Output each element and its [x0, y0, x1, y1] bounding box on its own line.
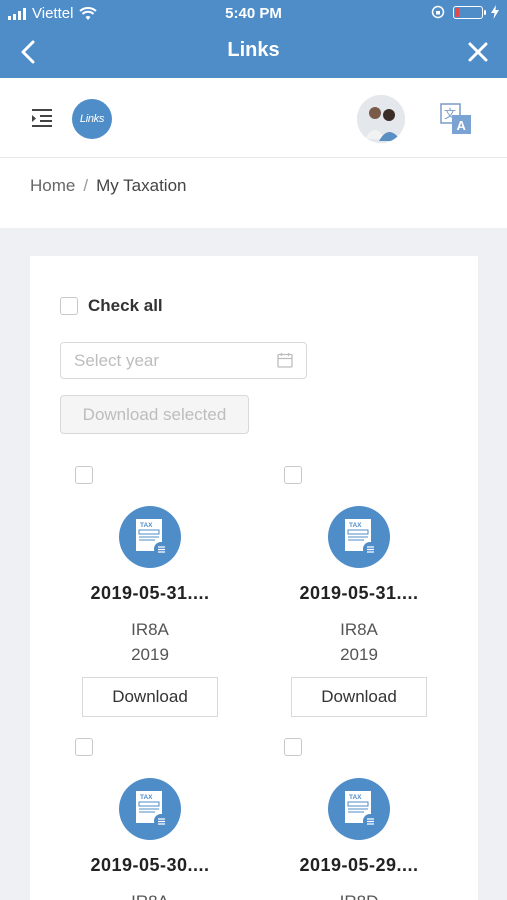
tax-document-icon: TAX: [119, 506, 181, 568]
avatar[interactable]: [357, 95, 405, 143]
document-type: IR8A: [340, 620, 378, 639]
document-type: IR8D: [269, 892, 449, 900]
check-all-checkbox[interactable]: [60, 297, 78, 315]
nav-title: Links: [227, 39, 280, 61]
download-button[interactable]: Download: [82, 677, 218, 717]
nav-bar: Links: [0, 26, 507, 78]
breadcrumb-current: My Taxation: [96, 176, 187, 195]
breadcrumb-home[interactable]: Home: [30, 176, 75, 195]
svg-text:A: A: [457, 118, 467, 133]
close-icon[interactable]: [465, 38, 491, 66]
charging-icon: [491, 5, 499, 19]
taxation-card: Check all Select year Download selected …: [30, 256, 478, 900]
document-date: 2019-05-31....: [299, 583, 419, 603]
orientation-lock-icon: [431, 5, 445, 19]
document-year: 2019: [340, 645, 378, 664]
breadcrumb: Home / My Taxation: [0, 158, 507, 228]
document-type: IR8A: [131, 620, 169, 639]
menu-toggle-icon[interactable]: [30, 108, 54, 128]
download-button[interactable]: Download: [291, 677, 427, 717]
document-checkbox[interactable]: [75, 466, 93, 484]
document-type: IR8A: [60, 892, 240, 900]
year-select-placeholder: Select year: [74, 351, 160, 370]
svg-text:TAX: TAX: [140, 522, 153, 529]
translate-icon[interactable]: 文 A: [440, 103, 472, 135]
document-checkbox[interactable]: [284, 466, 302, 484]
document-date: 2019-05-31....: [90, 583, 210, 603]
tax-document-icon: TAX: [328, 778, 390, 840]
svg-text:TAX: TAX: [349, 522, 362, 529]
calendar-icon: [277, 353, 293, 368]
document-year: 2019: [131, 645, 169, 664]
check-all-row[interactable]: Check all: [60, 296, 163, 316]
document-date: 2019-05-30....: [90, 855, 210, 875]
check-all-label: Check all: [88, 296, 163, 315]
year-select-input[interactable]: Select year: [60, 342, 307, 379]
svg-text:TAX: TAX: [349, 794, 362, 801]
status-right: [431, 5, 499, 19]
document-date: 2019-05-29....: [299, 855, 419, 875]
app-header: Links 文 A: [0, 78, 507, 158]
document-checkbox[interactable]: [75, 738, 93, 756]
battery-icon: [453, 5, 486, 19]
avatar-photo-icon: [357, 95, 405, 143]
app-logo: Links: [72, 99, 112, 139]
download-selected-button[interactable]: Download selected: [60, 395, 249, 434]
status-bar: Viettel 5:40 PM: [0, 0, 507, 26]
tax-document-icon: TAX: [328, 506, 390, 568]
tax-document-icon: TAX: [119, 778, 181, 840]
svg-text:TAX: TAX: [140, 794, 153, 801]
document-checkbox[interactable]: [284, 738, 302, 756]
breadcrumb-separator: /: [83, 176, 89, 195]
